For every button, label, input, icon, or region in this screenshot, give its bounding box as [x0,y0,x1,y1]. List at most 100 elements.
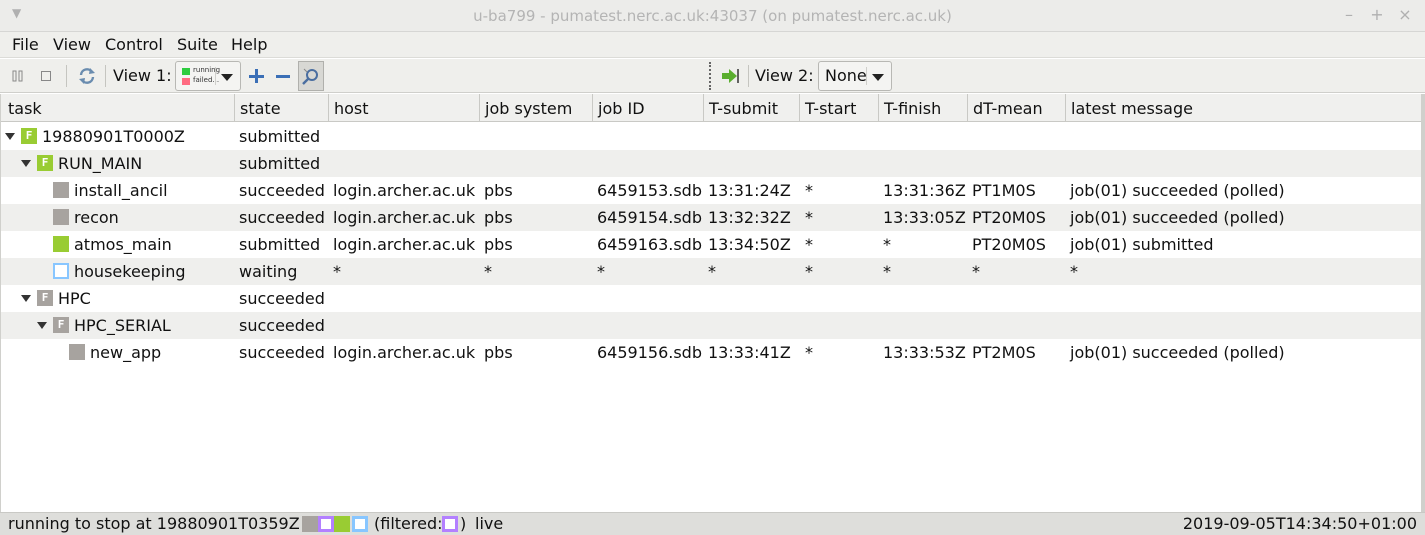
stop-icon[interactable] [36,67,56,85]
view2-value: None [825,66,867,85]
table-row[interactable]: recon succeeded login.archer.ac.uk pbs 64591… [0,204,1421,231]
host-cell: * [333,262,341,281]
menu-file[interactable]: File [12,35,39,54]
menu-suite[interactable]: Suite [177,35,218,54]
succeeded-filter-swatch[interactable] [302,516,318,532]
column-header-t-submit[interactable]: T-submit [704,94,800,121]
state-cell: succeeded [239,208,325,227]
t-start-cell: * [805,181,813,200]
family-state-icon: F [53,317,69,333]
t-submit-cell: 13:31:24Z [708,181,791,200]
column-header-t-finish[interactable]: T-finish [879,94,968,121]
table-row[interactable]: atmos_main submitted login.archer.ac.uk pbs… [0,231,1421,258]
pane-grip[interactable] [709,62,713,90]
state-cell: waiting [239,262,298,281]
host-cell: login.archer.ac.uk [333,181,476,200]
host-cell: login.archer.ac.uk [333,343,476,362]
filter-icon[interactable] [298,61,324,91]
latest-message-cell: job(01) succeeded (polled) [1070,181,1285,200]
state-cell: submitted [239,154,321,173]
expander-icon[interactable] [5,133,15,140]
t-submit-cell: 13:32:32Z [708,208,791,227]
latest-message-cell: job(01) submitted [1070,235,1214,254]
switch-view-icon[interactable] [718,65,742,87]
view1-select[interactable]: running failed... [175,61,241,91]
window-title: u-ba799 - pumatest.nerc.ac.uk:43037 (on … [473,7,952,25]
dt-mean-cell: PT1M0S [972,181,1036,200]
column-header-host[interactable]: host [329,94,480,121]
t-finish-cell: 13:31:36Z [883,181,966,200]
job-system-cell: pbs [484,208,513,227]
state-cell: submitted [239,127,321,146]
table-row[interactable]: housekeeping waiting * * * * * * * * [0,258,1421,285]
table-row[interactable]: F 19880901T0000Z submitted [0,123,1421,150]
task-state-icon [69,344,85,360]
chevron-down-icon [221,74,233,81]
state-cell: succeeded [239,343,325,362]
table-header: task state host job system job ID T-subm… [0,94,1425,122]
latest-message-cell: job(01) succeeded (polled) [1070,343,1285,362]
table-row[interactable]: F RUN_MAIN submitted [0,150,1421,177]
window-titlebar: ▼ u-ba799 - pumatest.nerc.ac.uk:43037 (o… [0,0,1425,32]
job-id-cell: 6459153.sdb [597,181,702,200]
column-header-task[interactable]: task [0,94,235,121]
job-id-cell: 6459156.sdb [597,343,702,362]
maximize-icon[interactable]: + [1368,5,1386,24]
t-start-cell: * [805,262,813,281]
column-header-job-id[interactable]: job ID [593,94,704,121]
submitted-filter-swatch[interactable] [334,516,350,532]
timestamp-text: 2019-09-05T14:34:50+01:00 [1182,514,1417,533]
expand-all-icon[interactable] [245,65,267,87]
column-header-dt-mean[interactable]: dT-mean [968,94,1066,121]
table-row[interactable]: new_app succeeded login.archer.ac.uk pbs 645… [0,339,1421,366]
t-submit-cell: 13:33:41Z [708,343,791,362]
column-header-job-system[interactable]: job system [480,94,593,121]
expander-icon[interactable] [37,322,47,329]
menu-control[interactable]: Control [105,35,163,54]
task-name-cell: housekeeping [74,262,186,281]
menu-help[interactable]: Help [231,35,267,54]
dt-mean-cell: * [972,262,980,281]
table-row[interactable]: F HPC_SERIAL succeeded [0,312,1421,339]
column-header-state[interactable]: state [235,94,329,121]
family-state-icon: F [21,128,37,144]
table-row[interactable]: install_ancil succeeded login.archer.ac.uk… [0,177,1421,204]
view1-label: View 1: [113,66,172,85]
close-icon[interactable]: × [1396,5,1414,24]
expander-icon[interactable] [21,160,31,167]
t-start-cell: * [805,343,813,362]
column-header-t-start[interactable]: T-start [800,94,879,121]
waiting-filter-swatch[interactable] [352,516,368,532]
job-system-cell: pbs [484,181,513,200]
running-legend-swatch [182,68,190,75]
refresh-icon[interactable] [76,65,98,87]
table-row[interactable]: F HPC succeeded [0,285,1421,312]
job-system-cell: * [484,262,492,281]
t-submit-cell: * [708,262,716,281]
state-cell: succeeded [239,181,325,200]
collapse-all-icon[interactable] [272,65,294,87]
job-id-cell: 6459163.sdb [597,235,702,254]
t-finish-cell: * [883,235,891,254]
task-name-cell: HPC_SERIAL [74,316,171,335]
family-state-icon: F [37,290,53,306]
filtered-close: ) [460,514,467,533]
expander-icon[interactable] [21,295,31,302]
toolbar-separator [105,65,106,87]
stop-point-text: running to stop at 19880901T0359Z [8,514,300,533]
column-header-latest-message[interactable]: latest message [1066,94,1421,121]
view2-select[interactable]: None [818,61,892,91]
task-name-cell: recon [74,208,119,227]
minimize-icon[interactable]: – [1340,5,1358,24]
t-submit-cell: 13:34:50Z [708,235,791,254]
toolbar-separator [748,65,749,87]
state-cell: submitted [239,235,321,254]
toolbar-separator [66,65,67,87]
statusbar: running to stop at 19880901T0359Z (filte… [0,512,1425,535]
held-filter-swatch[interactable] [318,516,334,532]
pause-icon[interactable] [8,67,28,85]
task-name-cell: new_app [90,343,162,362]
task-state-icon [53,209,69,225]
menu-view[interactable]: View [53,35,91,54]
dt-mean-cell: PT2M0S [972,343,1036,362]
